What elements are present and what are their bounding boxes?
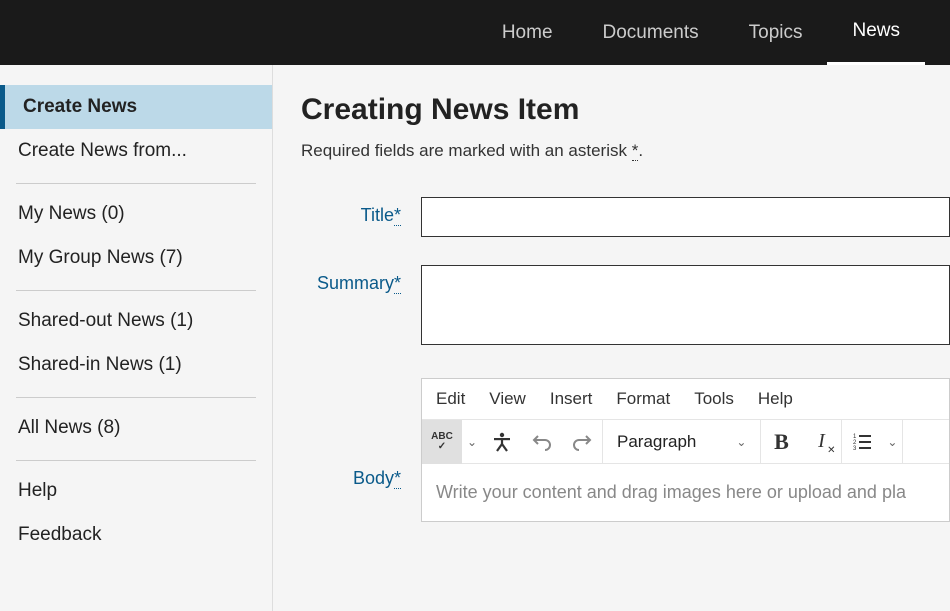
sidebar-item-create-news[interactable]: Create News: [0, 85, 272, 129]
editor-menu-insert[interactable]: Insert: [550, 389, 593, 409]
paragraph-style-label: Paragraph: [617, 432, 696, 452]
sidebar-item-my-news[interactable]: My News (0): [16, 192, 256, 236]
label-body: Body*: [301, 378, 421, 489]
sidebar-item-shared-out-news[interactable]: Shared-out News (1): [16, 299, 256, 343]
sidebar-divider: [16, 397, 256, 398]
bold-icon: B: [774, 429, 789, 455]
required-note-text: Required fields are marked with an aster…: [301, 141, 632, 160]
form-row-title: Title*: [301, 197, 950, 237]
sidebar-item-all-news[interactable]: All News (8): [16, 406, 256, 450]
editor-menu-format[interactable]: Format: [616, 389, 670, 409]
accessibility-button[interactable]: [482, 420, 522, 464]
editor-menu-edit[interactable]: Edit: [436, 389, 465, 409]
redo-icon: [572, 432, 592, 452]
form-row-summary: Summary*: [301, 265, 950, 350]
form-row-body: Body* Edit View Insert Format Tools Help: [301, 378, 950, 522]
sidebar-item-help[interactable]: Help: [16, 469, 256, 513]
undo-button[interactable]: [522, 420, 562, 464]
check-icon: ✓: [438, 442, 446, 452]
label-body-text: Body: [353, 468, 394, 488]
x-icon: ✕: [827, 445, 835, 456]
nav-documents[interactable]: Documents: [578, 0, 724, 65]
sidebar-item-create-news-from[interactable]: Create News from...: [16, 129, 256, 173]
redo-button[interactable]: [562, 420, 602, 464]
editor-body[interactable]: Write your content and drag images here …: [422, 464, 949, 521]
summary-input[interactable]: [421, 265, 950, 345]
bold-button[interactable]: B: [761, 420, 801, 464]
required-note-suffix: .: [638, 141, 643, 160]
top-nav: Home Documents Topics News: [0, 0, 950, 65]
sidebar-item-shared-in-news[interactable]: Shared-in News (1): [16, 343, 256, 387]
label-title: Title*: [301, 197, 421, 226]
sidebar-divider: [16, 290, 256, 291]
chevron-down-icon: ⌄: [887, 435, 897, 449]
chevron-down-icon: ⌄: [736, 435, 746, 449]
clear-format-icon: I: [818, 430, 825, 453]
asterisk-icon: *: [394, 468, 401, 489]
accessibility-icon: [492, 432, 512, 452]
label-summary: Summary*: [301, 265, 421, 294]
nav-topics[interactable]: Topics: [724, 0, 828, 65]
editor-toolbar: ABC ✓ ⌄: [422, 420, 949, 464]
nav-news[interactable]: News: [827, 0, 925, 65]
sidebar-divider: [16, 460, 256, 461]
required-note: Required fields are marked with an aster…: [301, 141, 950, 161]
sidebar-item-feedback[interactable]: Feedback: [16, 513, 256, 557]
asterisk-icon: *: [394, 205, 401, 226]
asterisk-icon: *: [394, 273, 401, 294]
label-title-text: Title: [361, 205, 394, 225]
svg-text:3: 3: [853, 446, 857, 452]
chevron-down-icon: ⌄: [467, 435, 477, 449]
nav-home[interactable]: Home: [477, 0, 578, 65]
sidebar-divider: [16, 183, 256, 184]
paragraph-style-dropdown[interactable]: Paragraph ⌄: [603, 432, 760, 452]
numbered-list-dropdown[interactable]: ⌄: [882, 420, 902, 464]
main-content: Creating News Item Required fields are m…: [273, 65, 950, 611]
editor-menu-help[interactable]: Help: [758, 389, 793, 409]
sidebar: Create News Create News from... My News …: [0, 65, 273, 611]
undo-icon: [532, 432, 552, 452]
numbered-list-button[interactable]: 1 2 3: [842, 420, 882, 464]
title-input[interactable]: [421, 197, 950, 237]
spellcheck-icon: ABC: [431, 432, 453, 442]
sidebar-item-my-group-news[interactable]: My Group News (7): [16, 236, 256, 280]
page-title: Creating News Item: [301, 93, 950, 127]
spellcheck-button[interactable]: ABC ✓: [422, 420, 462, 464]
rich-text-editor: Edit View Insert Format Tools Help ABC ✓: [421, 378, 950, 522]
numbered-list-icon: 1 2 3: [852, 432, 872, 452]
spellcheck-dropdown[interactable]: ⌄: [462, 420, 482, 464]
editor-menubar: Edit View Insert Format Tools Help: [422, 379, 949, 420]
editor-menu-tools[interactable]: Tools: [694, 389, 734, 409]
clear-formatting-button[interactable]: I✕: [801, 420, 841, 464]
label-summary-text: Summary: [317, 273, 394, 293]
editor-menu-view[interactable]: View: [489, 389, 526, 409]
